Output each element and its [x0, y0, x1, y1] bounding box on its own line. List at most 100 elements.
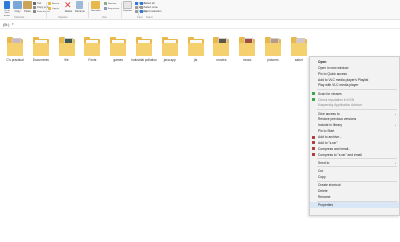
organize-caption: Organize	[58, 16, 68, 19]
properties-button[interactable]: Properties	[123, 1, 132, 13]
folder-item[interactable]: movies	[208, 33, 234, 85]
folder-item[interactable]: Fonts	[79, 33, 105, 85]
folder-icon	[136, 37, 152, 57]
new-folder-icon	[91, 1, 101, 9]
winrar-icon	[312, 153, 315, 157]
folder-item[interactable]: pictures	[260, 33, 286, 85]
easy-access-button[interactable]: Easy access	[104, 7, 119, 10]
folder-item[interactable]: C's practical	[2, 33, 28, 85]
address-bar[interactable]: (B:) ▾	[0, 21, 400, 29]
folder-item[interactable]: jts	[183, 33, 209, 85]
menu-item-label: Add to archive...	[318, 135, 342, 139]
menu-item-label: Open in new window	[318, 65, 349, 70]
scissors-icon	[33, 2, 36, 5]
ksn-icon	[312, 98, 315, 101]
folder-item[interactable]: Documents	[28, 33, 54, 85]
menu-item-label: Give access to	[318, 111, 340, 116]
menu-item-properties[interactable]: Properties	[310, 202, 399, 209]
menu-item-label: Kaspersky Application Advisor	[318, 103, 362, 108]
chevron-right-icon: ›	[395, 160, 396, 165]
menu-item-label: Scan for viruses	[318, 91, 342, 96]
ribbon-divider	[121, 2, 122, 18]
menu-item-rename[interactable]: Rename	[310, 194, 399, 200]
menu-item-play-with-vlc-media-player[interactable]: Play with VLC media player	[310, 82, 399, 88]
folder-icon	[58, 37, 75, 57]
menu-item-compress-to-s-rar-and-email[interactable]: Compress to "s.rar" and email	[310, 152, 399, 158]
winrar-icon	[312, 135, 315, 139]
folder-item[interactable]: sabot	[286, 33, 312, 85]
ribbon: Pin to Quick access Copy Paste Cut Copy …	[0, 0, 400, 20]
menu-item-label: Compress and email...	[318, 146, 351, 151]
clipboard-caption: Clipboard	[14, 16, 25, 19]
select-all-button[interactable]: Select all	[140, 2, 155, 5]
pin-to-quick-access-button[interactable]: Pin to Quick access	[2, 1, 12, 17]
copy-to-icon	[48, 7, 51, 10]
folder-icon	[7, 37, 23, 57]
menu-item-label: Open	[318, 60, 327, 64]
folder-item[interactable]: industrial pollution	[131, 33, 157, 85]
invert-selection-icon	[140, 10, 143, 13]
copy-button[interactable]: Copy	[13, 1, 22, 13]
paste-icon	[23, 1, 32, 9]
menu-item-label: Add to "s.rar"	[318, 140, 338, 145]
easy-access-icon	[104, 7, 107, 10]
new-item-button[interactable]: New item	[104, 2, 116, 5]
new-item-icon	[104, 2, 107, 5]
delete-button[interactable]: ✕ Delete	[64, 1, 73, 14]
folder-name: Documents	[32, 58, 49, 62]
folder-item[interactable]: music	[234, 33, 260, 85]
context-menu: Open Open in new window Pin to Quick acces…	[309, 56, 400, 216]
move-to-button[interactable]: Move to	[48, 2, 59, 5]
folder-name: java app	[163, 58, 176, 62]
paste-button[interactable]: Paste	[23, 1, 32, 13]
folder-item[interactable]: file	[54, 33, 80, 85]
menu-item-send-to[interactable]: Send to ›	[310, 160, 399, 166]
folder-icon	[161, 37, 178, 57]
shield-icon	[312, 92, 315, 96]
menu-item-label: Compress to "s.rar" and email	[318, 152, 362, 157]
folder-item[interactable]: games	[105, 33, 131, 85]
copy-to-button[interactable]: Copy to	[48, 7, 59, 10]
rename-button[interactable]: Rename	[75, 1, 85, 13]
folder-name: pictures	[267, 58, 279, 62]
menu-item-label: Copy	[318, 174, 326, 179]
folder-name: Fonts	[88, 58, 97, 62]
folder-icon	[32, 37, 49, 57]
copy-path-icon	[33, 6, 36, 9]
invert-selection-button[interactable]: Invert selection	[140, 10, 161, 13]
menu-item-label: Check reputation in KSN	[318, 97, 355, 102]
folder-grid: C's practical Documents file Fonts games indu…	[0, 33, 310, 93]
new-caption: New	[102, 16, 107, 19]
properties-icon	[123, 1, 133, 9]
winrar-icon	[312, 147, 315, 151]
copy-icon	[13, 1, 22, 9]
folder-name: music	[243, 58, 252, 62]
folder-name: movies	[216, 58, 227, 62]
new-group: New folder New item Easy access New	[90, 1, 120, 19]
menu-item-label: Properties	[318, 203, 334, 208]
pin-icon	[4, 1, 10, 9]
chevron-down-icon[interactable]: ▾	[12, 22, 14, 26]
menu-item-copy[interactable]: Copy	[310, 174, 399, 180]
chevron-right-icon: ›	[395, 111, 396, 116]
folder-name: file	[64, 58, 69, 62]
rename-icon	[76, 1, 84, 9]
paste-shortcut-icon	[33, 10, 36, 13]
menu-item-label: Pin to Quick access	[318, 71, 347, 76]
move-icon	[48, 2, 51, 5]
menu-item-label: Restore previous versions	[318, 117, 357, 122]
select-all-icon	[140, 2, 143, 5]
menu-item-label: Delete	[318, 189, 328, 193]
folder-name: sabot	[294, 58, 303, 62]
menu-item-label: Create shortcut	[318, 183, 341, 188]
chevron-right-icon: ›	[395, 123, 396, 128]
folder-icon	[290, 37, 307, 57]
cut-button[interactable]: Cut	[33, 2, 41, 5]
new-folder-button[interactable]: New folder	[91, 1, 101, 13]
menu-item-label: Add to VLC media player's Playlist	[318, 77, 369, 82]
folder-item[interactable]: java app	[157, 33, 183, 85]
ribbon-divider	[88, 2, 89, 18]
select-none-button[interactable]: Select none	[140, 6, 158, 9]
folder-icon	[265, 37, 281, 57]
menu-item-kaspersky-application-advisor[interactable]: Kaspersky Application Advisor	[310, 102, 399, 108]
